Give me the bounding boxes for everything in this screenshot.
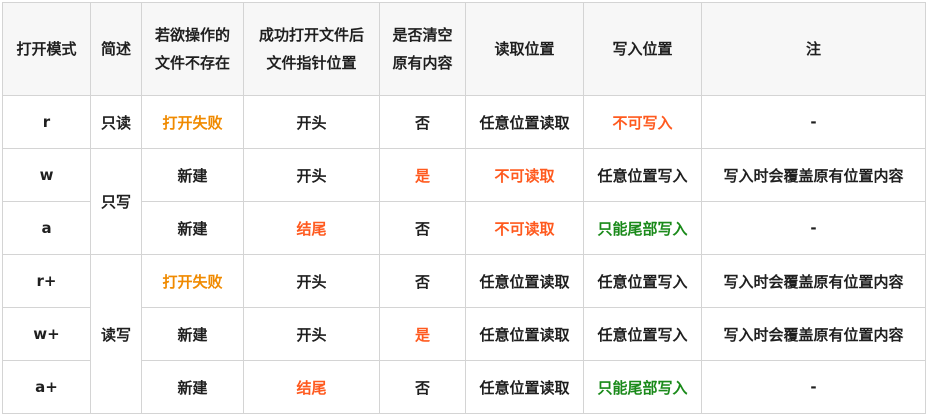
cell-clear: 是 <box>379 148 466 202</box>
cell-pointer: 开头 <box>243 148 380 202</box>
cell-write: 任意位置写入 <box>583 148 702 202</box>
header-note: 注 <box>701 2 926 96</box>
cell-write: 只能尾部写入 <box>583 360 702 414</box>
cell-clear: 否 <box>379 95 466 149</box>
cell-mode: a <box>2 201 91 255</box>
cell-note: - <box>701 201 926 255</box>
cell-pointer: 开头 <box>243 95 380 149</box>
header-desc: 简述 <box>90 2 142 96</box>
header-clear-line1: 是否清空 <box>392 26 453 44</box>
cell-pointer: 结尾 <box>243 201 380 255</box>
cell-group-read-write: 读写 <box>90 254 142 414</box>
table-row: r 只读 打开失败 开头 否 任意位置读取 不可写入 - <box>2 95 926 149</box>
cell-missing: 新建 <box>141 148 244 202</box>
table-row: a 新建 结尾 否 不可读取 只能尾部写入 - <box>2 201 926 255</box>
cell-note: 写入时会覆盖原有位置内容 <box>701 307 926 361</box>
cell-missing: 打开失败 <box>141 254 244 308</box>
cell-missing: 新建 <box>141 307 244 361</box>
header-clear: 是否清空 原有内容 <box>379 2 466 96</box>
header-missing-line1: 若欲操作的 <box>154 26 230 44</box>
cell-write: 只能尾部写入 <box>583 201 702 255</box>
cell-group-write-only: 只写 <box>90 148 142 255</box>
cell-note: 写入时会覆盖原有位置内容 <box>701 148 926 202</box>
cell-clear: 是 <box>379 307 466 361</box>
cell-note: 写入时会覆盖原有位置内容 <box>701 254 926 308</box>
cell-pointer: 结尾 <box>243 360 380 414</box>
cell-mode: r <box>2 95 91 149</box>
cell-read: 不可读取 <box>465 148 584 202</box>
cell-missing: 新建 <box>141 201 244 255</box>
cell-mode: r+ <box>2 254 91 308</box>
cell-read: 任意位置读取 <box>465 254 584 308</box>
header-pointer-line2: 文件指针位置 <box>266 54 357 72</box>
cell-read: 任意位置读取 <box>465 307 584 361</box>
table-header: 打开模式 简述 若欲操作的 文件不存在 成功打开文件后 文件指针位置 是否清空 … <box>2 2 926 96</box>
table-body: r 只读 打开失败 开头 否 任意位置读取 不可写入 - w 只写 新建 开头 … <box>2 95 926 414</box>
header-pointer: 成功打开文件后 文件指针位置 <box>243 2 380 96</box>
header-missing: 若欲操作的 文件不存在 <box>141 2 244 96</box>
cell-read: 任意位置读取 <box>465 95 584 149</box>
cell-note: - <box>701 360 926 414</box>
cell-mode: a+ <box>2 360 91 414</box>
cell-clear: 否 <box>379 254 466 308</box>
header-read-position: 读取位置 <box>465 2 584 96</box>
cell-pointer: 开头 <box>243 254 380 308</box>
cell-mode: w <box>2 148 91 202</box>
table-row: a+ 新建 结尾 否 任意位置读取 只能尾部写入 - <box>2 360 926 414</box>
cell-mode: w+ <box>2 307 91 361</box>
cell-write: 任意位置写入 <box>583 254 702 308</box>
header-clear-line2: 原有内容 <box>392 54 453 72</box>
cell-read: 不可读取 <box>465 201 584 255</box>
header-missing-line2: 文件不存在 <box>154 54 230 72</box>
cell-read: 任意位置读取 <box>465 360 584 414</box>
table-row: w+ 新建 开头 是 任意位置读取 任意位置写入 写入时会覆盖原有位置内容 <box>2 307 926 361</box>
header-mode: 打开模式 <box>2 2 91 96</box>
header-write-position: 写入位置 <box>583 2 702 96</box>
table-row: w 只写 新建 开头 是 不可读取 任意位置写入 写入时会覆盖原有位置内容 <box>2 148 926 255</box>
cell-clear: 否 <box>379 201 466 255</box>
file-open-modes-table: 打开模式 简述 若欲操作的 文件不存在 成功打开文件后 文件指针位置 是否清空 … <box>2 2 926 414</box>
table-row: r+ 读写 打开失败 开头 否 任意位置读取 任意位置写入 写入时会覆盖原有位置… <box>2 254 926 414</box>
cell-write: 不可写入 <box>583 95 702 149</box>
header-pointer-line1: 成功打开文件后 <box>258 26 364 44</box>
header-row: 打开模式 简述 若欲操作的 文件不存在 成功打开文件后 文件指针位置 是否清空 … <box>2 2 926 96</box>
cell-pointer: 开头 <box>243 307 380 361</box>
cell-group-read-only: 只读 <box>90 95 142 149</box>
cell-write: 任意位置写入 <box>583 307 702 361</box>
cell-missing: 新建 <box>141 360 244 414</box>
cell-clear: 否 <box>379 360 466 414</box>
cell-note: - <box>701 95 926 149</box>
cell-missing: 打开失败 <box>141 95 244 149</box>
